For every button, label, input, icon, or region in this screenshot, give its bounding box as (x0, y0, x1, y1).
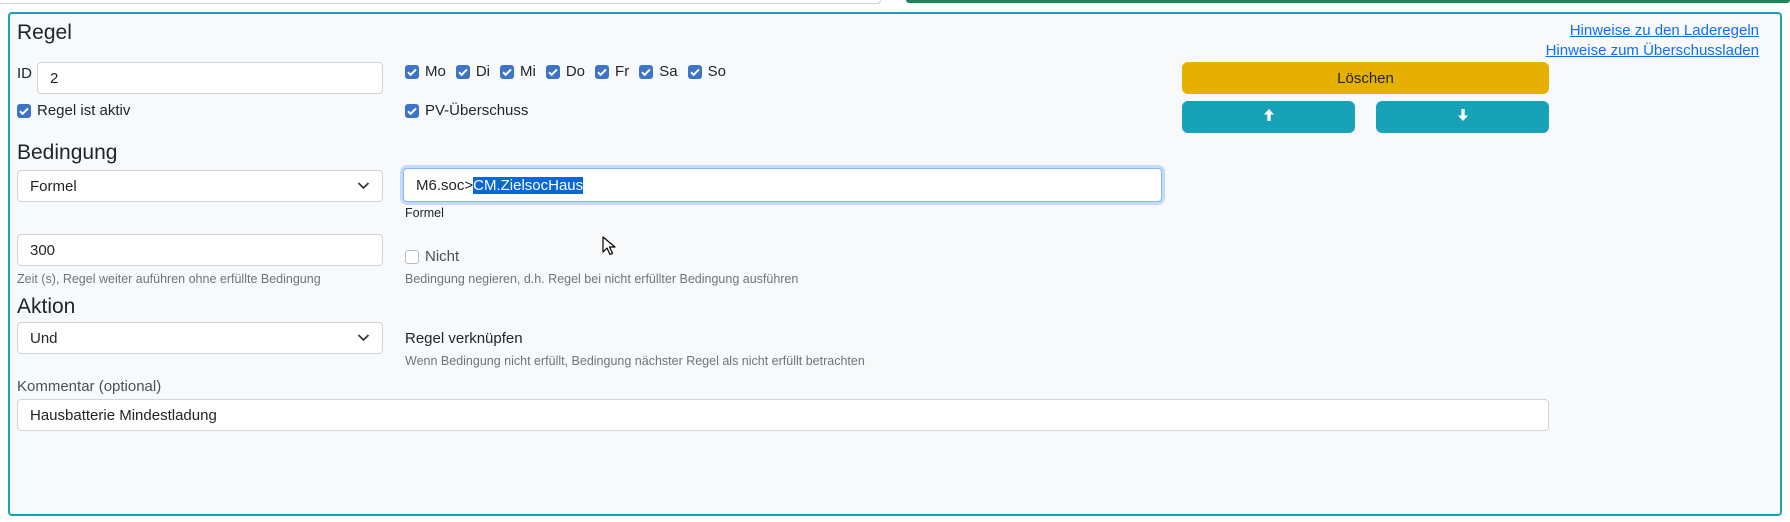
arrow-down-icon (1457, 108, 1469, 127)
delete-button[interactable]: Löschen (1182, 62, 1549, 94)
checkbox-so[interactable] (687, 64, 702, 79)
link-rule-help-text: Wenn Bedingung nicht erfüllt, Bedingung … (405, 354, 865, 368)
pv-surplus-label: PV-Überschuss (425, 102, 529, 119)
comment-label: Kommentar (optional) (17, 378, 162, 395)
day-so[interactable]: So (687, 63, 726, 80)
day-label: Mo (425, 63, 446, 80)
day-fr[interactable]: Fr (595, 63, 629, 80)
link-rule-label: Regel verknüpfen (405, 330, 523, 347)
action-type-value: Und (30, 329, 58, 347)
day-do[interactable]: Do (545, 63, 586, 80)
chevron-down-icon (357, 178, 370, 195)
day-mi[interactable]: Mi (500, 63, 536, 80)
top-button-edge (906, 0, 1790, 3)
negate-label: Nicht (425, 248, 460, 265)
top-input-edge (0, 0, 881, 4)
day-di[interactable]: Di (455, 63, 491, 80)
comment-input[interactable]: Hausbatterie Mindestladung (17, 399, 1549, 431)
checkbox-pv-surplus[interactable] (405, 103, 419, 118)
checkbox-mo[interactable] (405, 64, 419, 79)
day-label: Fr (615, 63, 630, 80)
comment-value: Hausbatterie Mindestladung (30, 406, 217, 424)
formula-label: Formel (405, 206, 444, 220)
checkbox-rule-active[interactable] (17, 103, 31, 118)
condition-type-value: Formel (30, 177, 77, 195)
id-value: 2 (50, 69, 59, 87)
time-input[interactable]: 300 (17, 234, 383, 266)
delete-button-label: Löschen (1337, 69, 1394, 87)
condition-type-select[interactable]: Formel (17, 170, 383, 202)
formula-selected-text: CM.ZielsocHaus (473, 176, 584, 194)
checkbox-negate[interactable] (405, 249, 419, 264)
rule-panel: Regel Hinweise zu den Laderegeln Hinweis… (8, 12, 1782, 516)
day-label: Mi (520, 63, 536, 80)
negate-help-text: Bedingung negieren, d.h. Regel bei nicht… (405, 272, 799, 286)
checkbox-mi[interactable] (500, 64, 515, 79)
rule-active-label: Regel ist aktiv (37, 102, 131, 119)
day-label: So (707, 63, 726, 80)
weekday-group: Mo Di Mi Do Fr Sa So (405, 63, 726, 80)
action-type-select[interactable]: Und (17, 322, 383, 354)
checkbox-fr[interactable] (595, 64, 610, 79)
id-input[interactable]: 2 (37, 62, 383, 94)
time-help-text: Zeit (s), Regel weiter auführen ohne erf… (17, 272, 321, 286)
move-down-button[interactable] (1376, 101, 1549, 133)
chevron-down-icon (357, 330, 370, 347)
formula-input[interactable]: M6.soc> CM.ZielsocHaus (403, 168, 1162, 202)
day-sa[interactable]: Sa (639, 63, 678, 80)
move-up-button[interactable] (1182, 101, 1355, 133)
negate-toggle[interactable]: Nicht (405, 248, 459, 265)
id-label: ID (17, 65, 32, 82)
time-value: 300 (30, 241, 56, 259)
formula-prefix: M6.soc> (416, 176, 474, 194)
arrow-up-icon (1263, 108, 1275, 127)
day-label: Di (475, 63, 491, 80)
section-title-bedingung: Bedingung (17, 141, 118, 164)
pv-surplus-toggle[interactable]: PV-Überschuss (405, 102, 528, 119)
link-laderegeln[interactable]: Hinweise zu den Laderegeln (1570, 22, 1759, 39)
rule-active-toggle[interactable]: Regel ist aktiv (17, 102, 130, 119)
link-ueberschussladen[interactable]: Hinweise zum Überschussladen (1546, 42, 1759, 59)
day-label: Sa (659, 63, 678, 80)
mouse-cursor-icon (602, 236, 616, 261)
day-mo[interactable]: Mo (405, 63, 446, 80)
day-label: Do (565, 63, 586, 80)
section-title-regel: Regel (17, 21, 72, 44)
section-title-aktion: Aktion (17, 295, 76, 318)
checkbox-sa[interactable] (639, 64, 654, 79)
checkbox-di[interactable] (455, 64, 470, 79)
checkbox-do[interactable] (545, 64, 560, 79)
